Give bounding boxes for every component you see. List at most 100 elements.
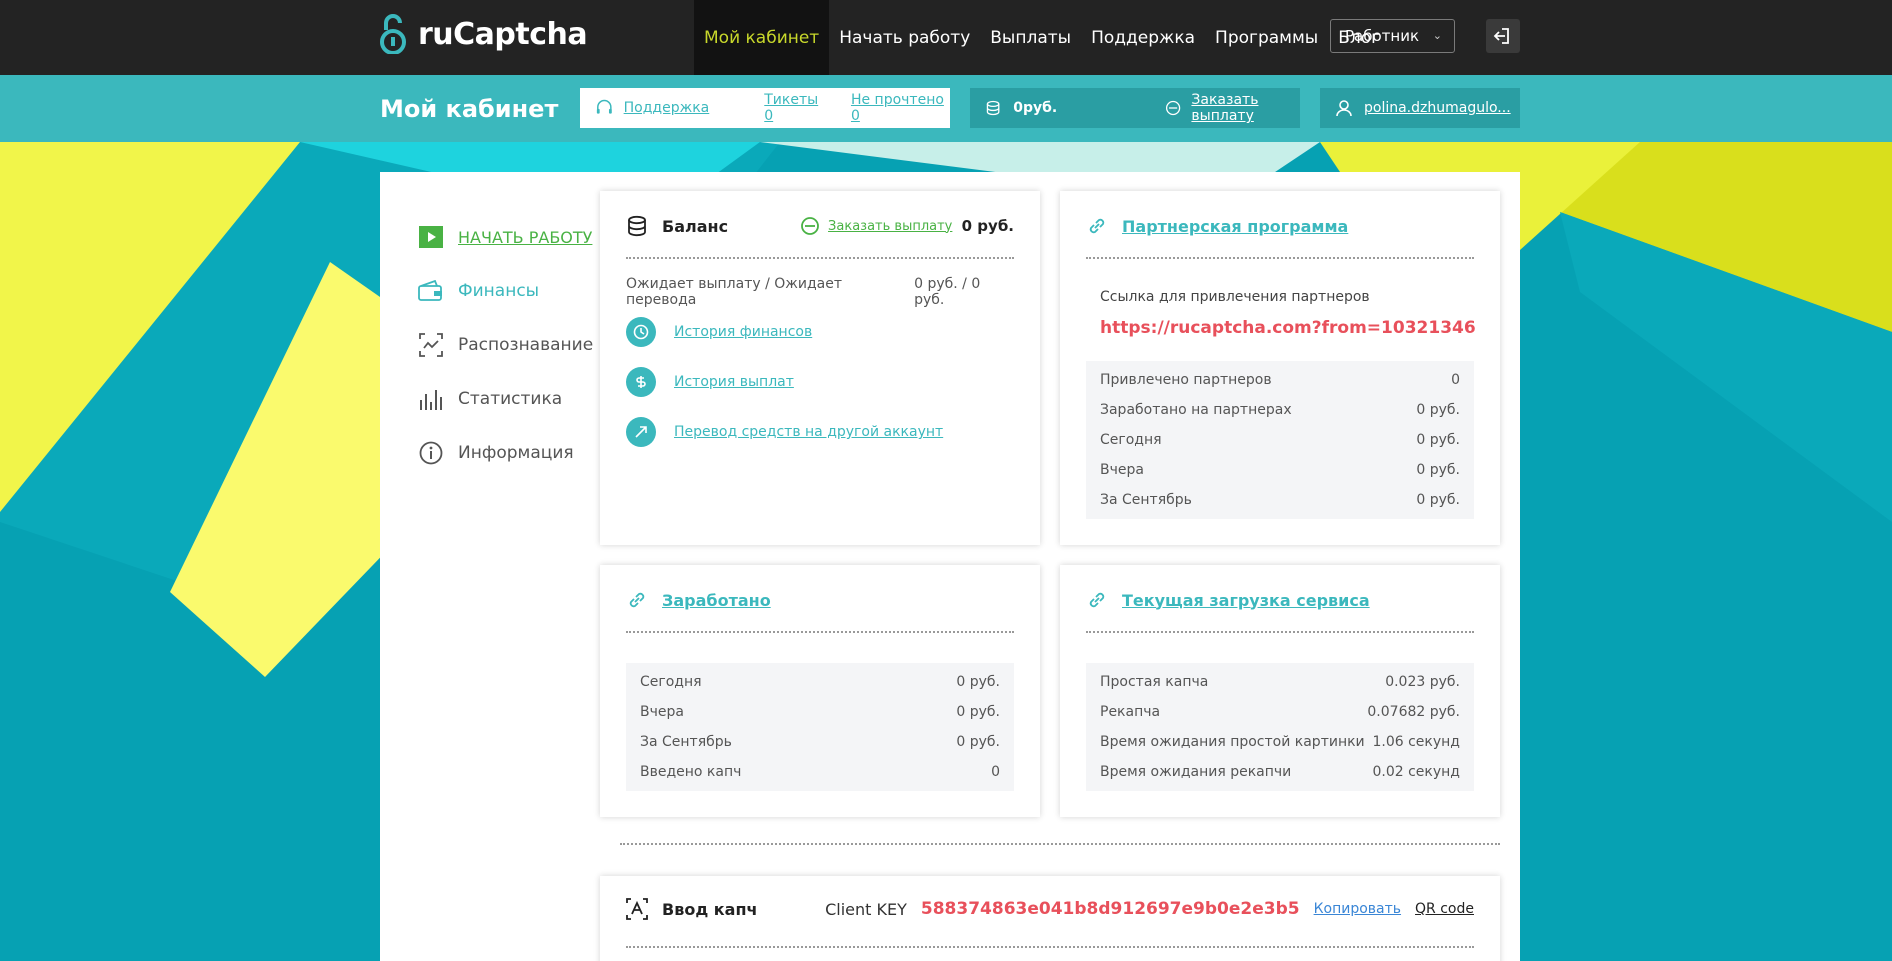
main-nav: Мой кабинет Начать работу Выплаты Поддер…	[694, 0, 1390, 75]
text-scan-icon	[626, 898, 648, 920]
table-row: Введено капч 0	[640, 757, 1000, 787]
service-load-table: Простая капча 0.023 руб. Рекапча 0.07682 р…	[1086, 663, 1474, 791]
finance-history-link[interactable]: История финансов	[626, 317, 812, 347]
scan-icon	[418, 332, 444, 358]
wallet-icon	[418, 278, 444, 304]
row-value: 0	[1451, 372, 1460, 388]
sidebar-item-label: Статистика	[458, 389, 563, 409]
row-value: 1.06 секунд	[1372, 734, 1460, 750]
role-select[interactable]: Работник ⌄	[1330, 19, 1455, 53]
table-row: Сегодня 0 руб.	[640, 667, 1000, 697]
row-value: 0 руб.	[1416, 402, 1460, 418]
partner-card: Партнерская программа Ссылка для привлеч…	[1060, 191, 1500, 545]
order-payout-link[interactable]: Заказать выплату	[828, 219, 952, 234]
balance-card-title: Баланс	[662, 216, 729, 236]
row-label: Простая капча	[1100, 674, 1209, 690]
sidebar-item-label: Информация	[458, 443, 574, 463]
row-value: 0 руб.	[956, 704, 1000, 720]
dollar-icon	[626, 367, 656, 397]
logout-icon	[1493, 28, 1509, 44]
qr-code-link[interactable]: QR code	[1415, 901, 1474, 917]
row-label: За Сентябрь	[640, 734, 732, 750]
sidebar-item-label: НАЧАТЬ РАБОТУ	[458, 227, 593, 247]
logo[interactable]: ruCaptcha	[380, 14, 588, 54]
play-icon	[418, 224, 444, 250]
tickets-link[interactable]: Тикеты 0	[764, 92, 827, 124]
balance-card-header: Баланс Заказать выплату 0 руб.	[626, 211, 1014, 241]
divider	[626, 257, 1014, 259]
lock-logo-icon	[380, 14, 406, 54]
row-value: 0 руб.	[1416, 492, 1460, 508]
link-label: Перевод средств на другой аккаунт	[674, 424, 944, 440]
sidebar-item-statistics[interactable]: Статистика	[418, 372, 598, 426]
sub-header: Мой кабинет Поддержка Тикеты 0 Не прочте…	[0, 75, 1892, 142]
payout-history-link[interactable]: История выплат	[626, 367, 794, 397]
captcha-input-card: Ввод капч Client KEY 588374863e041b8d912…	[600, 876, 1500, 961]
pending-label: Ожидает выплату / Ожидает перевода	[626, 276, 843, 308]
unread-link[interactable]: Не прочтено 0	[851, 92, 950, 124]
info-icon	[418, 440, 444, 466]
row-value: 0 руб.	[1416, 462, 1460, 478]
row-label: Время ожидания рекапчи	[1100, 764, 1292, 780]
minus-circle-icon	[801, 217, 819, 235]
sidebar-item-information[interactable]: Информация	[418, 426, 598, 480]
support-link[interactable]: Поддержка	[624, 100, 710, 116]
table-row: Вчера 0 руб.	[640, 697, 1000, 727]
table-row: Простая капча 0.023 руб.	[1100, 667, 1460, 697]
table-row: За Сентябрь 0 руб.	[1100, 485, 1460, 515]
logout-button[interactable]	[1486, 19, 1520, 53]
row-value: 0 руб.	[956, 734, 1000, 750]
table-row: Заработано на партнерах 0 руб.	[1100, 395, 1460, 425]
service-load-card-title[interactable]: Текущая загрузка сервиса	[1122, 591, 1370, 610]
client-key-value: 588374863e041b8d912697e9b0e2e3b5	[920, 899, 1300, 919]
row-label: Вчера	[1100, 462, 1144, 478]
ref-link[interactable]: https://rucaptcha.com?from=10321346	[1100, 318, 1476, 338]
ref-label: Ссылка для привлечения партнеров	[1100, 289, 1370, 305]
sidebar-item-label: Распознавание	[458, 335, 594, 355]
row-label: Заработано на партнерах	[1100, 402, 1292, 418]
table-row: Время ожидания рекапчи 0.02 секунд	[1100, 757, 1460, 787]
earned-stats-table: Сегодня 0 руб. Вчера 0 руб. За Сентябрь 0 р…	[626, 663, 1014, 791]
balance-panel: 0руб. Заказать выплату	[970, 88, 1300, 128]
nav-programs[interactable]: Программы	[1205, 0, 1328, 75]
top-navbar: ruCaptcha Мой кабинет Начать работу Выпл…	[0, 0, 1892, 75]
divider	[626, 631, 1014, 633]
transfer-icon	[626, 417, 656, 447]
sidebar-item-finance[interactable]: Финансы	[418, 264, 598, 318]
earned-card-title[interactable]: Заработано	[662, 591, 771, 610]
captcha-input-title: Ввод капч	[662, 899, 758, 919]
row-label: Вчера	[640, 704, 684, 720]
transfer-funds-link[interactable]: Перевод средств на другой аккаунт	[626, 417, 943, 447]
nav-support[interactable]: Поддержка	[1081, 0, 1205, 75]
earned-card: Заработано Сегодня 0 руб. Вчера 0 руб. За …	[600, 565, 1040, 817]
minus-circle-icon	[1166, 100, 1181, 116]
nav-my-cabinet[interactable]: Мой кабинет	[694, 0, 830, 75]
partner-card-header: Партнерская программа	[1086, 211, 1474, 241]
table-row: Вчера 0 руб.	[1100, 455, 1460, 485]
copy-key-link[interactable]: Копировать	[1314, 901, 1401, 917]
row-label: Сегодня	[640, 674, 702, 690]
row-label: За Сентябрь	[1100, 492, 1192, 508]
row-label: Привлечено партнеров	[1100, 372, 1272, 388]
link-label: История финансов	[674, 324, 813, 340]
row-value: 0	[991, 764, 1000, 780]
row-value: 0.023 руб.	[1385, 674, 1460, 690]
balance-card: Баланс Заказать выплату 0 руб. Ожидает в…	[600, 191, 1040, 545]
pending-row: Ожидает выплату / Ожидает перевода 0 руб…	[626, 276, 1014, 308]
coins-icon	[628, 215, 646, 237]
row-value: 0 руб.	[1416, 432, 1460, 448]
coins-icon	[986, 100, 1000, 116]
partner-card-title[interactable]: Партнерская программа	[1122, 217, 1348, 236]
row-label: Введено капч	[640, 764, 742, 780]
sidebar-item-start-work[interactable]: НАЧАТЬ РАБОТУ	[418, 210, 598, 264]
user-name[interactable]: polina.dzhumagulo...	[1364, 100, 1511, 116]
sidebar-item-recognition[interactable]: Распознавание	[418, 318, 598, 372]
chevron-down-icon: ⌄	[1432, 29, 1442, 42]
link-icon	[1089, 592, 1105, 608]
table-row: За Сентябрь 0 руб.	[640, 727, 1000, 757]
table-row: Время ожидания простой картинки 1.06 секу…	[1100, 727, 1460, 757]
user-panel[interactable]: polina.dzhumagulo...	[1320, 88, 1520, 128]
nav-start-work[interactable]: Начать работу	[829, 0, 980, 75]
nav-payouts[interactable]: Выплаты	[980, 0, 1081, 75]
order-payout-link[interactable]: Заказать выплату	[1191, 92, 1300, 124]
